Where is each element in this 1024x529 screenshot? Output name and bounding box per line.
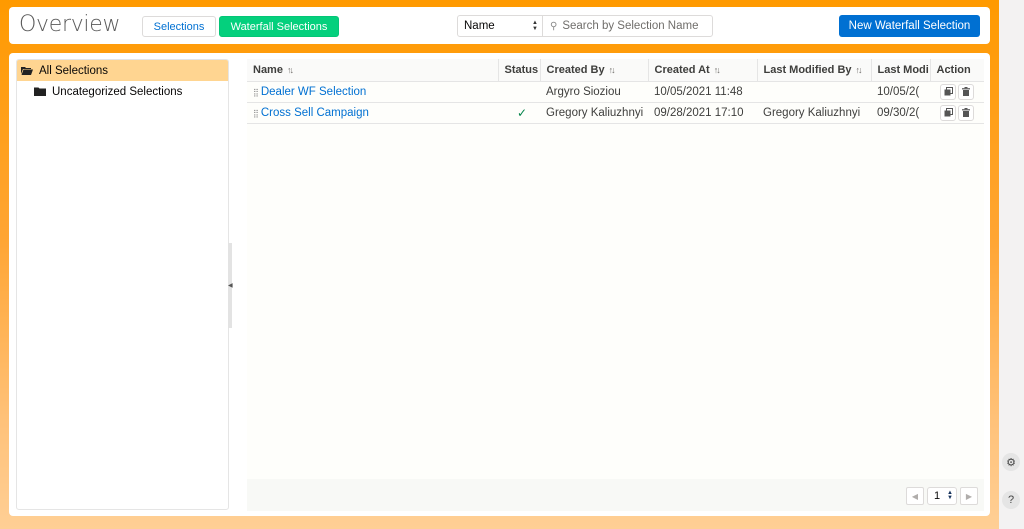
clone-button[interactable] (940, 84, 956, 100)
cell-created-by: Argyro Sioziou (540, 81, 648, 102)
selections-grid: Name↑↓ Status Created By↑↓ Created At↑↓ … (247, 59, 984, 511)
sort-icon[interactable]: ↑↓ (856, 65, 861, 75)
cell-created-by: Gregory Kaliuzhnyi (540, 102, 648, 123)
cell-actions (930, 102, 984, 123)
tree-item-label: Uncategorized Selections (52, 86, 182, 98)
search-icon: ⚲ (550, 21, 557, 32)
table-row: ⣿Cross Sell Campaign ✓ Gregory Kaliuzhny… (247, 102, 984, 123)
table-row: ⣿Dealer WF Selection Argyro Sioziou 10/0… (247, 81, 984, 102)
selection-link[interactable]: Dealer WF Selection (261, 86, 366, 98)
cell-last-modified-by (757, 81, 871, 102)
select-arrows-icon: ▲▼ (532, 20, 538, 32)
page-title: Overview (19, 12, 120, 37)
cell-created-at: 10/05/2021 11:48 (648, 81, 757, 102)
column-header-last-modified-by[interactable]: Last Modified By↑↓ (757, 59, 871, 81)
folder-open-icon (21, 66, 33, 75)
main-card: All Selections Uncategorized Selections … (9, 53, 990, 516)
tree-item-uncategorized-selections[interactable]: Uncategorized Selections (17, 81, 228, 102)
chevron-right-icon: ▶ (966, 492, 972, 501)
right-utility-rail: ⚙ ? (999, 0, 1024, 529)
next-page-button[interactable]: ▶ (960, 487, 978, 505)
cell-actions (930, 81, 984, 102)
column-header-status: Status (498, 59, 540, 81)
drag-handle-icon[interactable]: ⣿ (253, 109, 259, 118)
help-button[interactable]: ? (1002, 491, 1020, 509)
column-header-action: Action (930, 59, 984, 81)
folder-icon (34, 87, 46, 96)
help-icon: ? (1008, 494, 1014, 506)
page-select[interactable]: 1 ▲▼ (927, 487, 957, 505)
settings-button[interactable]: ⚙ (1002, 453, 1020, 471)
search-input[interactable]: ⚲ Search by Selection Name (543, 16, 712, 36)
cell-status: ✓ (498, 102, 540, 123)
column-header-name[interactable]: Name↑↓ (247, 59, 498, 81)
delete-button[interactable] (958, 84, 974, 100)
column-header-last-modified-at: Last Modi (871, 59, 930, 81)
cell-created-at: 09/28/2021 17:10 (648, 102, 757, 123)
cell-status (498, 81, 540, 102)
tree-item-all-selections[interactable]: All Selections (17, 60, 228, 81)
tab-selections[interactable]: Selections (142, 16, 216, 37)
selections-table: Name↑↓ Status Created By↑↓ Created At↑↓ … (247, 59, 984, 124)
search-field-select[interactable]: Name ▲▼ (458, 16, 543, 36)
search-placeholder: Search by Selection Name (562, 20, 698, 32)
select-arrows-icon: ▲▼ (947, 491, 953, 501)
sort-icon[interactable]: ↑↓ (714, 65, 719, 75)
panel-resize-splitter[interactable]: ◀ (228, 243, 232, 328)
pagination: ◀ 1 ▲▼ ▶ (906, 487, 978, 505)
trash-icon (962, 87, 970, 96)
current-page: 1 (934, 490, 940, 502)
cell-last-modified-at: 09/30/2( (871, 102, 930, 123)
folder-tree: All Selections Uncategorized Selections (16, 59, 229, 510)
cell-name: ⣿Cross Sell Campaign (247, 102, 498, 123)
tab-waterfall-selections[interactable]: Waterfall Selections (219, 16, 339, 37)
trash-icon (962, 108, 970, 117)
page-header: Overview Selections Waterfall Selections… (9, 7, 990, 44)
check-icon: ✓ (504, 106, 540, 120)
cell-last-modified-by: Gregory Kaliuzhnyi (757, 102, 871, 123)
search-field-select-value: Name (464, 20, 495, 32)
new-waterfall-selection-button[interactable]: New Waterfall Selection (839, 15, 980, 37)
column-header-created-by[interactable]: Created By↑↓ (540, 59, 648, 81)
sort-icon[interactable]: ↑↓ (609, 65, 614, 75)
column-header-created-at[interactable]: Created At↑↓ (648, 59, 757, 81)
drag-handle-icon[interactable]: ⣿ (253, 88, 259, 97)
gear-icon: ⚙ (1006, 456, 1016, 469)
cell-last-modified-at: 10/05/2( (871, 81, 930, 102)
chevron-left-icon: ◀ (912, 492, 918, 501)
previous-page-button[interactable]: ◀ (906, 487, 924, 505)
collapse-arrow-icon[interactable]: ◀ (228, 282, 233, 289)
delete-button[interactable] (958, 105, 974, 121)
search-group: Name ▲▼ ⚲ Search by Selection Name (457, 15, 713, 37)
sort-icon[interactable]: ↑↓ (287, 65, 292, 75)
selection-link[interactable]: Cross Sell Campaign (261, 107, 369, 119)
copy-icon (944, 108, 953, 117)
cell-name: ⣿Dealer WF Selection (247, 81, 498, 102)
table-header-row: Name↑↓ Status Created By↑↓ Created At↑↓ … (247, 59, 984, 81)
grid-body: Name↑↓ Status Created By↑↓ Created At↑↓ … (247, 59, 984, 479)
copy-icon (944, 87, 953, 96)
clone-button[interactable] (940, 105, 956, 121)
tree-item-label: All Selections (39, 65, 108, 77)
